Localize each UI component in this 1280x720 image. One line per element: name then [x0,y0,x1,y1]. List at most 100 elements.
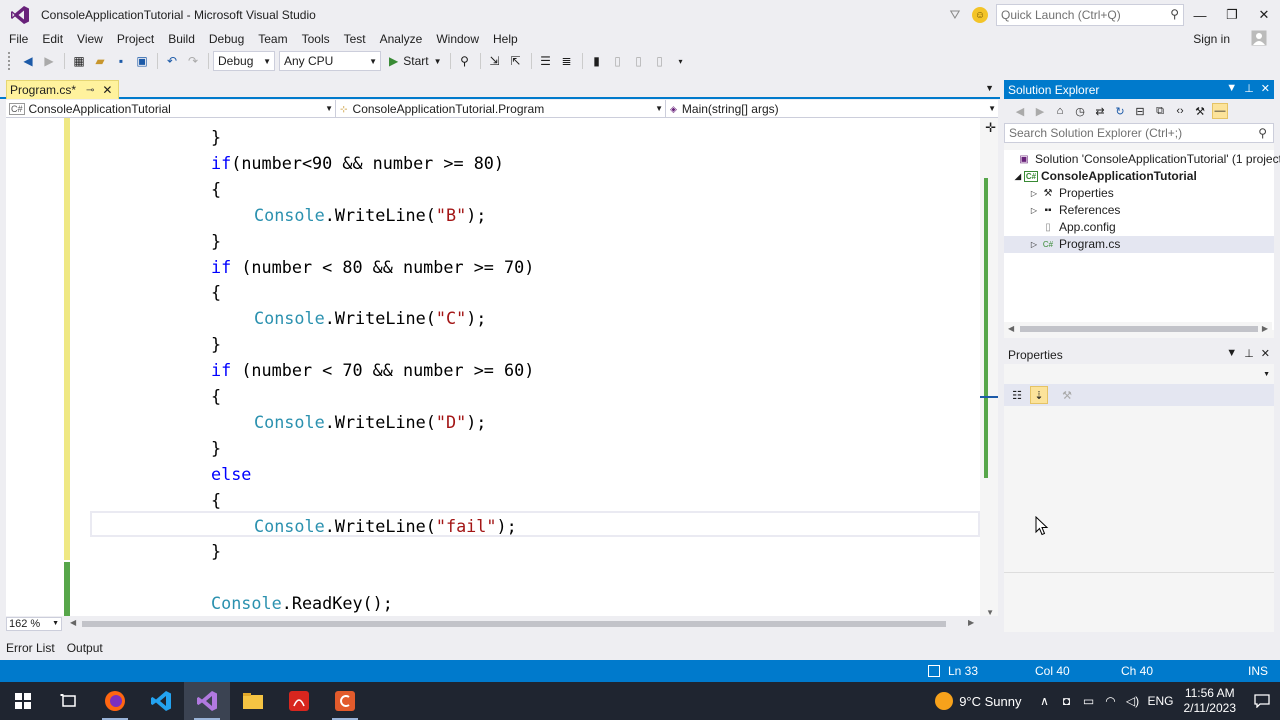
window-position-dropdown-icon[interactable]: ▼ [1226,82,1237,95]
code-line[interactable]: } [211,331,221,357]
clock[interactable]: 11:56 AM 2/11/2023 [1184,686,1237,716]
code-line[interactable]: } [211,435,221,461]
bookmark-icon[interactable]: ▮ [587,51,607,71]
feedback-smiley-icon[interactable]: ☺ [972,7,988,23]
code-line[interactable]: { [211,176,221,202]
properties-object-select[interactable]: ▼ [1004,364,1274,384]
menu-analyze[interactable]: Analyze [373,30,430,48]
notifications-filter-icon[interactable]: ⛛ [944,7,966,23]
find-in-files-icon[interactable]: ⚲ [455,51,475,71]
menu-tools[interactable]: Tools [295,30,337,48]
clear-bookmarks-icon[interactable]: ▯ [650,51,670,71]
window-position-dropdown-icon[interactable]: ▼ [1226,347,1237,360]
windows-start-icon[interactable] [0,682,46,720]
categorized-icon[interactable]: ☷ [1008,386,1026,404]
code-line[interactable]: { [211,279,221,305]
expanded-arrow-icon[interactable]: ◢ [1012,168,1024,185]
forward-icon[interactable]: ▶ [1032,103,1048,119]
navigate-back-icon[interactable]: ◀ [18,51,38,71]
code-line[interactable]: { [211,487,221,513]
scroll-down-icon[interactable]: ▼ [986,608,994,616]
toolbar-overflow-icon[interactable]: ▾ [671,51,691,71]
type-select[interactable]: ⊹ ConsoleApplicationTutorial.Program ▼ [336,100,666,118]
menu-team[interactable]: Team [251,30,294,48]
auto-hide-pin-icon[interactable]: ⊥ [1244,82,1254,95]
alphabetical-icon[interactable]: ⇣ [1030,386,1048,404]
redo-icon[interactable]: ↷ [183,51,203,71]
sign-in-link[interactable]: Sign in [1193,30,1230,48]
minimize-button[interactable]: — [1184,0,1216,30]
volume-icon[interactable]: ◁) [1122,694,1144,708]
home-icon[interactable]: ⌂ [1052,103,1068,119]
collapsed-arrow-icon[interactable]: ▷ [1028,236,1040,253]
file-explorer-icon[interactable] [230,682,276,720]
menu-test[interactable]: Test [337,30,373,48]
quick-launch-input[interactable]: Quick Launch (Ctrl+Q) ⚲ [996,4,1184,26]
scrollbar-thumb[interactable] [1020,326,1258,332]
menu-file[interactable]: File [0,30,35,48]
toolbar-grip[interactable] [8,52,12,70]
weather-widget[interactable]: 9°C Sunny [935,692,1022,710]
menu-build[interactable]: Build [161,30,202,48]
show-hidden-icons-icon[interactable]: ∧ [1034,694,1056,708]
open-file-icon[interactable]: ▰ [90,51,110,71]
camera-icon[interactable]: ◘ [1056,694,1078,708]
back-icon[interactable]: ◀ [1012,103,1028,119]
refresh-icon[interactable]: ↻ [1112,103,1128,119]
scroll-right-icon[interactable]: ▶ [1262,324,1268,333]
collapse-all-icon[interactable]: ⊟ [1132,103,1148,119]
uncomment-lines-icon[interactable]: ≣ [557,51,577,71]
active-files-dropdown-icon[interactable]: ▼ [985,83,994,93]
member-select[interactable]: ◈ Main(string[] args) ▼ [666,100,998,118]
collapsed-arrow-icon[interactable]: ▷ [1028,185,1040,202]
tree-item-references[interactable]: ▷ ▪▪ References [1028,202,1120,219]
view-code-icon[interactable]: ‹› [1172,103,1188,119]
account-icon[interactable] [1248,27,1270,49]
close-icon[interactable]: ✕ [1261,82,1270,95]
maximize-button[interactable]: ❐ [1216,0,1248,30]
code-line[interactable]: Console.ReadKey(); [211,590,393,616]
screen-recorder-icon[interactable] [322,682,368,720]
previous-bookmark-icon[interactable]: ▯ [608,51,628,71]
code-line[interactable]: else [211,461,251,487]
pin-icon[interactable]: ⊸ [86,85,94,96]
step-over-icon[interactable]: ⇱ [506,51,526,71]
code-line[interactable]: } [211,124,221,150]
code-line[interactable]: } [211,228,221,254]
task-view-icon[interactable] [46,682,92,720]
menu-project[interactable]: Project [110,30,161,48]
code-line[interactable]: Console.WriteLine("B"); [254,202,486,228]
firefox-icon[interactable] [92,682,138,720]
save-all-icon[interactable]: ▣ [132,51,152,71]
comment-lines-icon[interactable]: ☰ [536,51,556,71]
editor-horizontal-scrollbar[interactable] [82,621,946,627]
menu-help[interactable]: Help [486,30,525,48]
collapsed-arrow-icon[interactable]: ▷ [1028,202,1040,219]
auto-hide-pin-icon[interactable]: ⊥ [1244,347,1254,360]
navigate-forward-icon[interactable]: ▶ [39,51,59,71]
scroll-right-icon[interactable]: ▶ [968,618,974,627]
project-select[interactable]: C# ConsoleApplicationTutorial ▼ [6,100,336,118]
step-into-icon[interactable]: ⇲ [485,51,505,71]
tab-error-list[interactable]: Error List [0,638,61,658]
code-line[interactable]: if (number < 80 && number >= 70) [211,254,534,280]
editor-vertical-scrollbar[interactable]: ✛ ▼ [980,118,998,616]
wifi-icon[interactable]: ◠ [1100,694,1122,708]
scroll-left-icon[interactable]: ◀ [1008,324,1014,333]
tree-item-project[interactable]: ◢ C# ConsoleApplicationTutorial [1012,168,1197,185]
sync-with-active-document-icon[interactable]: ⇄ [1092,103,1108,119]
code-line[interactable]: Console.WriteLine("C"); [254,305,486,331]
start-debugging-button[interactable]: ▶ Start ▼ [389,54,442,68]
acrobat-icon[interactable] [276,682,322,720]
code-line[interactable]: if (number < 70 && number >= 60) [211,357,534,383]
show-all-files-icon[interactable]: ⧉ [1152,103,1168,119]
close-window-button[interactable]: ✕ [1248,0,1280,30]
undo-icon[interactable]: ↶ [162,51,182,71]
code-editor[interactable]: } if(number<90 && number >= 80){Console.W… [6,118,998,616]
save-icon[interactable]: ▪ [111,51,131,71]
scroll-left-icon[interactable]: ◀ [70,618,76,627]
tree-item-program-cs[interactable]: ▷ C# Program.cs [1004,236,1274,253]
code-line[interactable]: Console.WriteLine("D"); [254,409,486,435]
solution-explorer-search-input[interactable]: Search Solution Explorer (Ctrl+;) ⚲ [1004,123,1274,143]
code-line[interactable]: } [211,538,221,564]
